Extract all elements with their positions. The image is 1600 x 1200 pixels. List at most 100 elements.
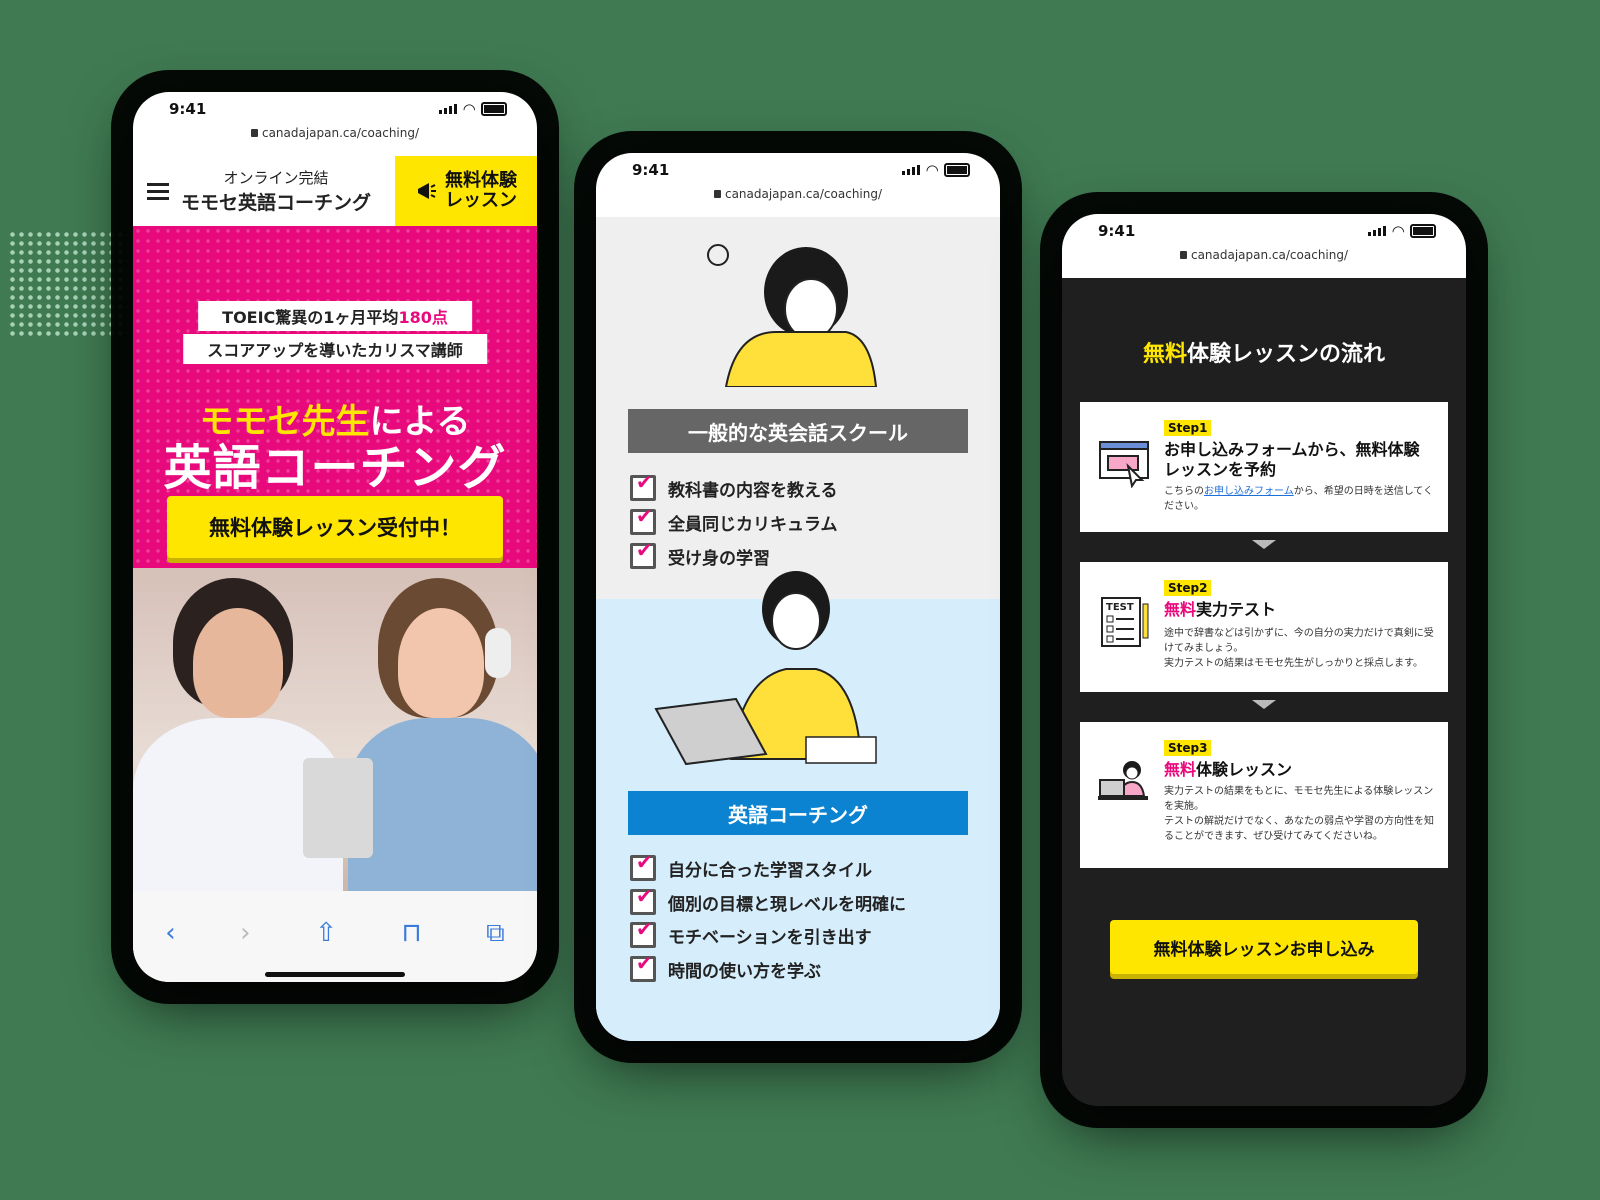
step-description: 途中で辞書などは引かずに、今の自分の実力だけで真剣に受けてみましょう。 実力テスト…: [1164, 626, 1434, 671]
coaching-item-text: 時間の使い方を学ぶ: [668, 961, 821, 982]
header-cta-button[interactable]: 無料体験 レッスン: [395, 156, 537, 226]
header-cta-line1: 無料体験: [445, 170, 517, 191]
status-time: 9:41: [169, 100, 207, 118]
tabs-icon[interactable]: ⧉: [486, 918, 505, 949]
url-text: canadajapan.ca/coaching/: [1190, 248, 1349, 262]
status-time: 9:41: [632, 161, 670, 179]
step-description: 実力テストの結果をもとに、モモセ先生による体験レッスンを実施。 テストの解説だけで…: [1164, 784, 1434, 844]
forward-icon[interactable]: ›: [240, 918, 250, 948]
coaching-item: 自分に合った学習スタイル: [630, 850, 872, 881]
status-time: 9:41: [1098, 222, 1136, 240]
online-lesson-icon: [1098, 761, 1148, 800]
desc-line: 途中で辞書などは引かずに、今の自分の実力だけで真剣に受けてみましょう。: [1164, 628, 1434, 654]
svg-text:TEST: TEST: [1106, 602, 1134, 613]
url-bar[interactable]: canadajapan.ca/coaching/: [1062, 248, 1466, 278]
phone-landing: 9:41 ◠ canadajapan.ca/coaching/ オンライン完結 …: [133, 92, 537, 982]
phone-comparison: 9:41 ◠ canadajapan.ca/coaching/ 一般的な英会話ス…: [596, 153, 1000, 1041]
megaphone-icon: [418, 183, 436, 199]
flow-title: 無料体験レッスンの流れ: [1062, 336, 1466, 368]
desc-line: 実力テストの結果をもとに、モモセ先生による体験レッスンを実施。: [1164, 786, 1434, 812]
coaching-label: 英語コーチング: [628, 791, 968, 835]
pill-highlight: 180点: [398, 308, 448, 327]
brand-subtitle: オンライン完結: [223, 169, 329, 187]
stressed-woman-illustration: [707, 244, 878, 387]
coaching-item-text: 個別の目標と現レベルを明確に: [668, 894, 906, 915]
general-item-text: 教科書の内容を教える: [668, 480, 838, 501]
step-tag: Step3: [1164, 740, 1212, 756]
status-bar: 9:41 ◠: [1062, 214, 1466, 248]
wifi-icon: ◠: [1392, 222, 1404, 240]
title-highlight: 無料: [1164, 600, 1197, 619]
step-card-1: Step1 お申し込みフォームから、無料体験レッスンを予約 こちらのお申し込みフ…: [1080, 402, 1448, 532]
title-rest: 体験レッスンの流れ: [1187, 342, 1386, 367]
lock-icon: [713, 190, 721, 198]
teacher-face: [193, 608, 283, 718]
coaching-item-text: モチベーションを引き出す: [668, 927, 872, 948]
coaching-item-text: 自分に合った学習スタイル: [668, 860, 872, 881]
step-description: こちらのお申し込みフォームから、希望の日時を送信してください。: [1164, 484, 1434, 514]
step-title: お申し込みフォームから、無料体験レッスンを予約: [1164, 440, 1420, 479]
hero-pill-teacher: スコアアップを導いたカリスマ講師: [183, 334, 487, 364]
checkbox-icon: [630, 951, 656, 982]
apply-lesson-button[interactable]: 無料体験レッスンお申し込み: [1110, 920, 1418, 974]
step-tag: Step1: [1164, 420, 1212, 436]
title-highlight: 無料: [1142, 342, 1187, 367]
coaching-item: 時間の使い方を学ぶ: [630, 951, 821, 982]
signal-icon: [439, 104, 458, 114]
phone-lesson-flow: 9:41 ◠ canadajapan.ca/coaching/ 無料体験レッスン…: [1062, 214, 1466, 1106]
arrow-down-icon: [1252, 540, 1276, 549]
step-title: 無料体験レッスン: [1164, 760, 1434, 780]
step-card-2: TEST Step2 無料実力テスト 途中で辞書などは引かずに、今の自分の実力だ…: [1080, 562, 1448, 692]
signal-icon: [902, 165, 921, 175]
general-school-label: 一般的な英会話スクール: [628, 409, 968, 453]
url-bar[interactable]: canadajapan.ca/coaching/: [133, 126, 537, 156]
application-form-link[interactable]: お申し込みフォーム: [1204, 486, 1294, 497]
url-bar[interactable]: canadajapan.ca/coaching/: [596, 187, 1000, 217]
coaching-item: モチベーションを引き出す: [630, 917, 872, 948]
battery-icon: [481, 102, 507, 116]
title-highlight: 無料: [1164, 760, 1197, 779]
back-icon[interactable]: ‹: [165, 918, 175, 948]
test-sheet-icon: TEST: [1101, 597, 1149, 647]
web-form-icon: [1099, 441, 1149, 488]
general-item-text: 全員同じカリキュラム: [668, 514, 838, 535]
bookmarks-icon[interactable]: ⊓: [401, 918, 421, 948]
headset-icon: [485, 628, 511, 678]
menu-icon[interactable]: [147, 179, 169, 204]
checkbox-icon: [630, 850, 656, 881]
lock-icon: [1179, 251, 1187, 259]
header-cta-line2: レッスン: [445, 190, 517, 211]
arrow-down-icon: [1252, 700, 1276, 709]
pill-text: TOEIC驚異の1ヶ月平均: [222, 308, 399, 327]
hero-photo: [133, 568, 537, 891]
site-logo[interactable]: オンライン完結 モモセ英語コーチング: [181, 167, 371, 215]
coaching-item: 個別の目標と現レベルを明確に: [630, 884, 906, 915]
browser-toolbar: ‹ › ⇧ ⊓ ⧉: [133, 891, 537, 982]
step-tag: Step2: [1164, 580, 1212, 596]
wifi-icon: ◠: [926, 161, 938, 179]
confident-woman-illustration: [654, 571, 877, 766]
desc-pre: こちらの: [1164, 486, 1204, 497]
home-indicator: [265, 972, 405, 977]
title-rest: 実力テスト: [1196, 600, 1277, 619]
checkbox-icon: [630, 470, 656, 501]
lock-icon: [250, 129, 258, 137]
general-item-text: 受け身の学習: [668, 548, 770, 569]
wifi-icon: ◠: [463, 100, 475, 118]
battery-icon: [944, 163, 970, 177]
checkbox-icon: [630, 917, 656, 948]
general-item: 教科書の内容を教える: [630, 470, 838, 501]
hero-headline: 英語コーチング: [163, 440, 507, 496]
decorative-dots: [8, 230, 128, 340]
step-title: 無料実力テスト: [1164, 600, 1434, 620]
checkbox-icon: [630, 884, 656, 915]
checkbox-icon: [630, 538, 656, 569]
brand-title: モモセ英語コーチング: [181, 192, 372, 214]
hero-cta-button[interactable]: 無料体験レッスン受付中！: [167, 496, 503, 558]
student-face: [398, 608, 484, 718]
share-icon[interactable]: ⇧: [315, 918, 337, 948]
status-bar: 9:41 ◠: [133, 92, 537, 126]
desc-line: テストの解説だけでなく、あなたの弱点や学習の方向性を知ることができます、ぜひ受け…: [1164, 816, 1434, 842]
site-header: オンライン完結 モモセ英語コーチング 無料体験 レッスン: [133, 156, 537, 226]
hero-pill-toeic: TOEIC驚異の1ヶ月平均180点: [198, 301, 472, 331]
